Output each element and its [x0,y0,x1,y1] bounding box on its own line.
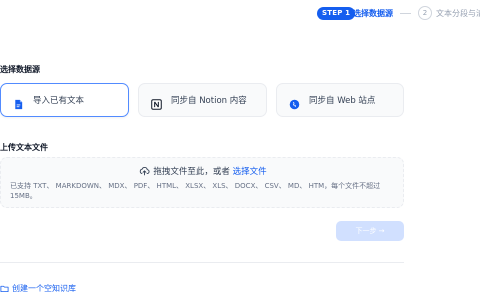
step2-number: 2 [418,6,432,20]
source-option-label: 同步自 Web 站点 [309,96,376,106]
drag-text: 拖拽文件至此，或者 [153,167,230,177]
web-globe-icon [289,95,300,110]
select-file-link[interactable]: 选择文件 [233,167,267,177]
step1-badge: STEP 1 [317,7,356,20]
step-connector [400,13,411,14]
divider [0,262,404,263]
step2-label: 文本分段与清洗 [436,9,480,18]
source-option-label: 导入已有文本 [33,96,85,106]
step1-label: 选择数据源 [353,9,393,18]
source-option-notion[interactable]: 同步自 Notion 内容 [138,83,267,117]
source-option-import-text[interactable]: 导入已有文本 [0,83,129,117]
create-empty-knowledge-base-link[interactable]: 创建一个空知识库 [0,283,76,295]
supported-formats-hint: 已支持 TXT、 MARKDOWN、 MDX、 PDF、 HTML、 XLSX、… [10,182,381,200]
source-option-web[interactable]: 同步自 Web 站点 [276,83,404,117]
create-empty-label: 创建一个空知识库 [12,284,76,293]
upload-prompt: 拖拽文件至此，或者 选择文件 [1,165,405,178]
upload-section-title: 上传文本文件 [0,143,48,152]
data-source-title: 选择数据源 [0,65,40,74]
next-step-button[interactable]: 下一步 → [336,221,404,241]
upload-dropzone[interactable]: 拖拽文件至此，或者 选择文件 已支持 TXT、 MARKDOWN、 MDX、 P… [0,157,404,208]
folder-icon [0,285,9,293]
file-text-icon [13,95,24,110]
source-option-label: 同步自 Notion 内容 [171,96,247,106]
upload-cloud-icon [140,166,150,176]
notion-icon [151,95,162,110]
stepper: STEP 1 选择数据源 2 文本分段与清洗 [0,0,480,30]
